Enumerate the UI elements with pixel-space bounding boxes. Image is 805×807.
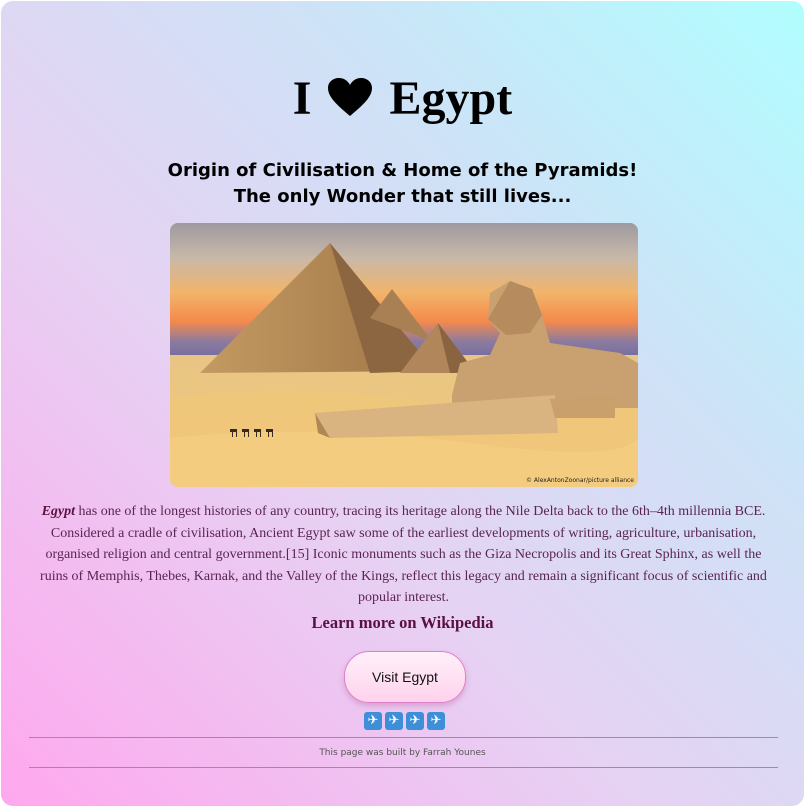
description: Egypt has one of the longest histories o… bbox=[31, 501, 776, 609]
airplane-icon: ✈ bbox=[406, 712, 424, 730]
airplane-icon: ✈ bbox=[427, 712, 445, 730]
photo-credit: © AlexAntonZoonar/picture alliance bbox=[526, 477, 634, 484]
footer-text: This page was built by Farrah Younes bbox=[319, 748, 486, 758]
description-text: has one of the longest histories of any … bbox=[40, 504, 767, 606]
title-suffix: Egypt bbox=[389, 72, 513, 125]
pyramids-sphinx-photo: © AlexAntonZoonar/picture alliance bbox=[170, 223, 638, 487]
footer-divider-top bbox=[29, 737, 778, 738]
heart-icon bbox=[328, 78, 373, 116]
subtitle-line-1: Origin of Civilisation & Home of the Pyr… bbox=[167, 160, 638, 181]
visit-egypt-button[interactable]: Visit Egypt bbox=[344, 651, 466, 703]
title-prefix: I bbox=[292, 72, 312, 125]
page-title: I Egypt bbox=[1, 71, 804, 127]
footer-divider-bottom bbox=[29, 767, 778, 768]
subtitle-line-2: The only Wonder that still lives... bbox=[233, 186, 572, 207]
description-lead: Egypt bbox=[41, 504, 76, 519]
subtitle: Origin of Civilisation & Home of the Pyr… bbox=[1, 158, 804, 210]
hero-illustration bbox=[170, 223, 638, 487]
airplane-icon: ✈ bbox=[364, 712, 382, 730]
page-card: I Egypt Origin of Civilisation & Home of… bbox=[1, 1, 804, 806]
wikipedia-link[interactable]: Learn more on Wikipedia bbox=[1, 613, 804, 633]
plane-icons: ✈ ✈ ✈ ✈ bbox=[364, 712, 445, 732]
airplane-icon: ✈ bbox=[385, 712, 403, 730]
